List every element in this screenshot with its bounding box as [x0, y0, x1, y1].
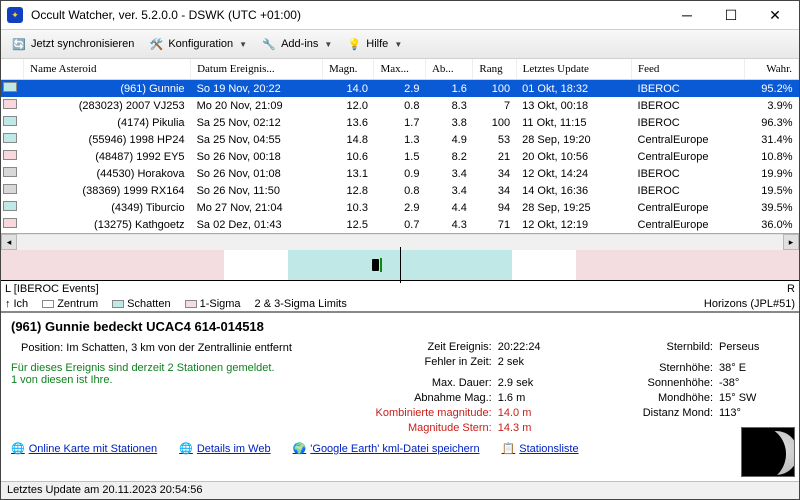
legend-23sigma: 2 & 3-Sigma Limits — [255, 298, 347, 310]
close-button[interactable]: ✕ — [753, 1, 797, 29]
topline-left: L [IBEROC Events] — [5, 283, 99, 295]
sun-label: Sonnenhöhe: — [588, 376, 719, 391]
moon-label: Mondhöhe: — [588, 391, 719, 406]
dist-value: 113° — [719, 406, 789, 421]
moon-value: 15° SW — [719, 391, 789, 406]
legend-zentrum: Zentrum — [57, 298, 98, 310]
topline-right: R — [787, 283, 795, 295]
dist-label: Distanz Mond: — [588, 406, 719, 421]
app-icon: ✦ — [7, 7, 23, 23]
komb-value: 14.0 m — [498, 406, 568, 421]
event-details-panel: (961) Gunnie bedeckt UCAC4 614-014518 Po… — [1, 312, 799, 481]
table-row[interactable]: (55946) 1998 HP24Sa 25 Nov, 04:5514.81.3… — [1, 131, 799, 148]
col-name[interactable]: Name Asteroid — [24, 59, 191, 80]
arrow-icon: ↑ — [5, 298, 11, 310]
window-title: Occult Watcher, ver. 5.2.0.0 - DSWK (UTC… — [31, 8, 665, 22]
chevron-down-icon: ▼ — [239, 40, 247, 49]
const-value: Perseus — [719, 340, 789, 355]
table-row[interactable]: (13275) KathgoetzSa 02 Dez, 01:4312.50.7… — [1, 216, 799, 233]
col-rang[interactable]: Rang — [473, 59, 516, 80]
details-link[interactable]: 🌐Details im Web — [179, 442, 270, 455]
maxd-value: 2.9 sek — [498, 376, 568, 391]
col-date[interactable]: Datum Ereignis... — [191, 59, 323, 80]
help-icon: 💡 — [346, 36, 362, 52]
legend-1sigma: 1-Sigma — [200, 298, 241, 310]
col-last[interactable]: Letztes Update — [516, 59, 631, 80]
globe-icon: 🌐 — [11, 442, 25, 455]
err-label: Fehler in Zeit: — [344, 355, 498, 370]
legend-horizons: Horizons (JPL#51) — [704, 298, 795, 310]
minimize-button[interactable]: ─ — [665, 1, 709, 29]
table-header-row: Name Asteroid Datum Ereignis... Magn. Ma… — [1, 59, 799, 80]
help-label: Hilfe — [366, 38, 388, 50]
col-ab[interactable]: Ab... — [425, 59, 472, 80]
col-feed[interactable]: Feed — [632, 59, 745, 80]
position-value: Im Schatten, 3 km von der Zentrallinie e… — [66, 342, 292, 354]
legend: ↑Ich Zentrum Schatten 1-Sigma 2 & 3-Sigm… — [1, 296, 799, 312]
table-row[interactable]: (961) GunnieSo 19 Nov, 20:2214.02.91.610… — [1, 80, 799, 98]
mags-value: 14.3 m — [498, 421, 568, 436]
config-icon: 🛠️ — [148, 36, 164, 52]
table-row[interactable]: (38369) 1999 RX164So 26 Nov, 11:5012.80.… — [1, 182, 799, 199]
asteroid-table[interactable]: Name Asteroid Datum Ereignis... Magn. Ma… — [1, 59, 799, 233]
col-wahr[interactable]: Wahr. — [745, 59, 799, 80]
maximize-button[interactable]: ☐ — [709, 1, 753, 29]
statusbar: Letztes Update am 20.11.2023 20:54:56 — [1, 481, 799, 499]
table-row[interactable]: (44530) HorakovaSo 26 Nov, 01:0813.10.93… — [1, 165, 799, 182]
map-link[interactable]: 🌐Online Karte mit Stationen — [11, 442, 157, 455]
links-row: 🌐Online Karte mit Stationen 🌐Details im … — [11, 442, 789, 455]
col-max[interactable]: Max... — [374, 59, 426, 80]
scroll-right-button[interactable]: ▸ — [783, 234, 799, 250]
addins-label: Add-ins — [281, 38, 318, 50]
stations-line1: Für dieses Ereignis sind derzeit 2 Stati… — [11, 362, 324, 374]
ie-icon: 🌐 — [179, 442, 193, 455]
mags-label: Magnitude Stern: — [344, 421, 498, 436]
time-value: 20:22:24 — [498, 340, 568, 355]
sync-label: Jetzt synchronisieren — [31, 38, 134, 50]
table-row[interactable]: (4349) TiburcioMo 27 Nov, 21:0410.32.94.… — [1, 199, 799, 216]
path-diagram — [1, 250, 799, 280]
stations-link[interactable]: 📋Stationsliste — [502, 442, 579, 455]
config-label: Konfiguration — [168, 38, 233, 50]
kml-link[interactable]: 🌍'Google Earth' kml-Datei speichern — [293, 442, 480, 455]
table-row[interactable]: (283023) 2007 VJ253Mo 20 Nov, 21:0912.00… — [1, 97, 799, 114]
abn-label: Abnahme Mag.: — [344, 391, 498, 406]
legend-schatten: Schatten — [127, 298, 170, 310]
chevron-down-icon: ▼ — [324, 40, 332, 49]
col-magn[interactable]: Magn. — [322, 59, 374, 80]
abn-value: 1.6 m — [498, 391, 568, 406]
komb-label: Kombinierte magnitude: — [344, 406, 498, 421]
toolbar: 🔄 Jetzt synchronisieren 🛠️ Konfiguration… — [1, 29, 799, 59]
maxd-label: Max. Dauer: — [344, 376, 498, 391]
addins-icon: 🔧 — [261, 36, 277, 52]
observer-marker — [372, 259, 379, 271]
alt-label: Sternhöhe: — [588, 361, 719, 376]
table-row[interactable]: (4174) PikuliaSa 25 Nov, 02:1213.61.73.8… — [1, 114, 799, 131]
help-button[interactable]: 💡 Hilfe ▼ — [340, 33, 408, 55]
list-icon: 📋 — [502, 442, 516, 455]
earth-icon: 🌍 — [293, 442, 307, 455]
scroll-left-button[interactable]: ◂ — [1, 234, 17, 250]
legend-ich: Ich — [14, 298, 29, 310]
event-title: (961) Gunnie bedeckt UCAC4 614-014518 — [11, 319, 789, 334]
moon-phase-widget — [741, 427, 795, 477]
chevron-down-icon: ▼ — [394, 40, 402, 49]
asteroid-table-wrapper: Name Asteroid Datum Ereignis... Magn. Ma… — [1, 59, 799, 234]
sync-button[interactable]: 🔄 Jetzt synchronisieren — [5, 33, 140, 55]
err-value: 2 sek — [498, 355, 568, 370]
addins-button[interactable]: 🔧 Add-ins ▼ — [255, 33, 338, 55]
sun-value: -38° — [719, 376, 789, 391]
time-label: Zeit Ereignis: — [344, 340, 498, 355]
titlebar: ✦ Occult Watcher, ver. 5.2.0.0 - DSWK (U… — [1, 1, 799, 29]
stations-line2: 1 von diesen ist Ihre. — [11, 374, 324, 386]
position-label: Position: — [21, 342, 63, 354]
alt-value: 38° E — [719, 361, 789, 376]
const-label: Sternbild: — [588, 340, 719, 355]
sync-icon: 🔄 — [11, 36, 27, 52]
config-button[interactable]: 🛠️ Konfiguration ▼ — [142, 33, 253, 55]
table-row[interactable]: (48487) 1992 EY5So 26 Nov, 00:1810.61.58… — [1, 148, 799, 165]
